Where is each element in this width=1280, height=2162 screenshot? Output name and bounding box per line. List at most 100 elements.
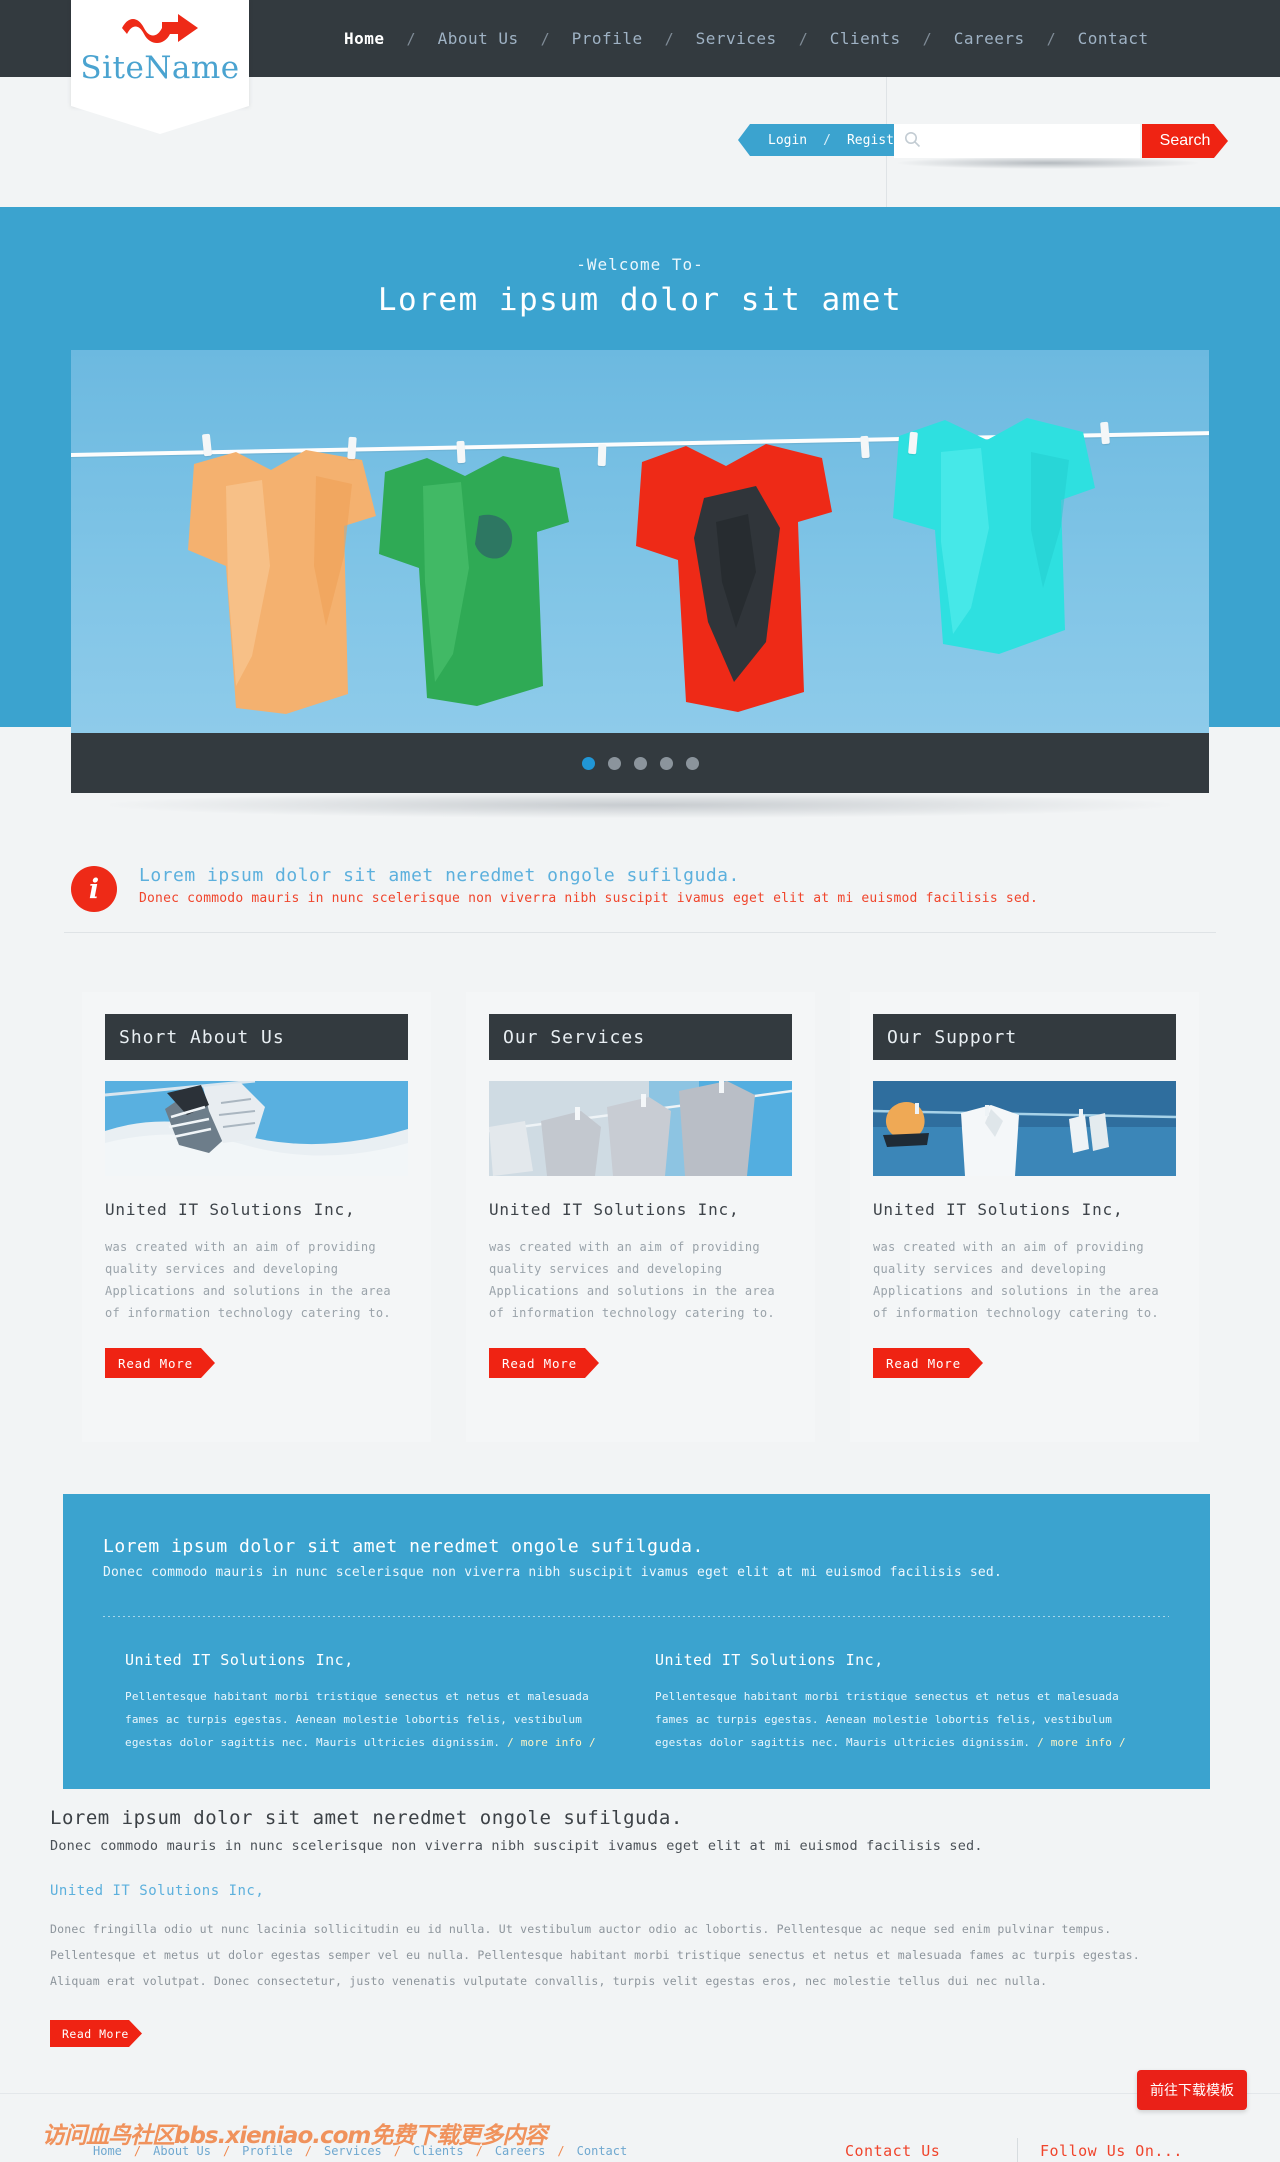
more-info-link[interactable]: / more info / — [507, 1736, 596, 1749]
feature-card-read-more-button[interactable]: Read More — [873, 1348, 983, 1378]
nav-item-profile[interactable]: Profile — [558, 29, 657, 48]
search-area: Search — [894, 124, 1242, 169]
highlight-panel-divider — [103, 1616, 1169, 1617]
page-root: Home / About Us / Profile / Services / Clients / C… — [0, 0, 1280, 2162]
highlight-column-title: United IT Solutions Inc, — [125, 1651, 354, 1669]
clothespin-icon — [456, 440, 466, 464]
feature-card: Short About Us United IT Solutions Inc, w… — [82, 992, 431, 1442]
nav-item-clients[interactable]: Clients — [816, 29, 915, 48]
sneakers-on-clothesline — [105, 1081, 408, 1176]
more-info-link[interactable]: / more info / — [1037, 1736, 1126, 1749]
bottom-company-link[interactable]: United IT Solutions Inc, — [50, 1883, 1230, 1899]
nav-separator: / — [922, 29, 932, 48]
footer-nav-separator: / — [304, 2144, 312, 2158]
highlight-column-title: United IT Solutions Inc, — [655, 1651, 884, 1669]
garment-green — [361, 450, 601, 733]
logo-text: SiteName — [80, 50, 240, 86]
highlight-panel-title: Lorem ipsum dolor sit amet neredmet ongo… — [103, 1536, 704, 1557]
footer-nav-item-home[interactable]: Home — [84, 2144, 131, 2158]
feature-card-read-more-button[interactable]: Read More — [105, 1348, 215, 1378]
clothespin-icon — [597, 443, 607, 467]
feature-card-title: United IT Solutions Inc, — [489, 1200, 740, 1219]
highlight-panel-subtitle: Donec commodo mauris in nunc scelerisque… — [103, 1565, 1002, 1580]
download-template-button[interactable]: 前往下载模板 — [1137, 2070, 1247, 2110]
wave-arrow-icon — [71, 10, 249, 50]
footer-contact-heading[interactable]: Contact Us — [845, 2142, 940, 2160]
bottom-subtitle: Donec commodo mauris in nunc scelerisque… — [50, 1838, 983, 1854]
clothespin-icon — [860, 435, 870, 459]
nav-separator: / — [664, 29, 674, 48]
footer-nav-item-careers[interactable]: Careers — [486, 2144, 555, 2158]
feature-card-heading: Our Services — [489, 1014, 792, 1060]
carousel-dot-2[interactable] — [607, 756, 621, 770]
nav-separator: / — [1046, 29, 1056, 48]
feature-card: Our Services United IT Solutions Inc, was… — [466, 992, 815, 1442]
carousel-shadow — [110, 792, 1170, 818]
footer-nav-separator: / — [475, 2144, 483, 2158]
login-link[interactable]: Login — [768, 133, 807, 148]
highlight-panel: Lorem ipsum dolor sit amet neredmet ongo… — [63, 1494, 1210, 1789]
nav-item-about-us[interactable]: About Us — [424, 29, 533, 48]
garment-cyan — [871, 418, 1121, 702]
garment-red — [616, 442, 866, 733]
footer-divider — [1017, 2138, 1018, 2162]
nav-item-home[interactable]: Home — [330, 29, 399, 48]
hero-title: Lorem ipsum dolor sit amet — [377, 282, 903, 318]
highlight-column: United IT Solutions Inc, Pellentesque hab… — [125, 1651, 625, 1754]
info-strip-title: Lorem ipsum dolor sit amet neredmet ongo… — [139, 865, 740, 886]
footer-follow-heading[interactable]: Follow Us On... — [1040, 2142, 1183, 2160]
highlight-panel-columns: United IT Solutions Inc, Pellentesque hab… — [103, 1651, 1170, 1754]
bottom-read-more-button[interactable]: Read More — [50, 2020, 142, 2047]
nav-item-services[interactable]: Services — [682, 29, 791, 48]
bottom-content-section: Lorem ipsum dolor sit amet neredmet ongo… — [50, 1807, 1230, 2047]
footer-nav-item-contact[interactable]: Contact — [568, 2144, 637, 2158]
feature-card-heading: Our Support — [873, 1014, 1176, 1060]
nav-separator: / — [406, 29, 416, 48]
footer: 访问血鸟社区bbs.xieniao.com免费下载更多内容 Home / About… — [0, 2093, 1280, 2162]
footer-nav-separator: / — [222, 2144, 231, 2158]
search-input[interactable] — [928, 124, 1134, 158]
info-strip-subtitle: Donec commodo mauris in nunc scelerisque… — [139, 891, 1038, 906]
hero-carousel[interactable] — [71, 350, 1209, 733]
carousel-dot-5[interactable] — [685, 756, 699, 770]
carousel-dot-3[interactable] — [633, 756, 647, 770]
white-shirt-and-shoes-on-clothesline — [873, 1081, 1176, 1176]
nav-item-careers[interactable]: Careers — [940, 29, 1039, 48]
carousel-dot-1[interactable] — [581, 756, 595, 770]
nav-separator: / — [798, 29, 808, 48]
footer-nav-separator: / — [557, 2144, 565, 2158]
highlight-column: United IT Solutions Inc, Pellentesque hab… — [655, 1651, 1155, 1754]
highlight-column-body: Pellentesque habitant morbi tristique se… — [125, 1690, 596, 1749]
footer-nav-separator: / — [133, 2144, 142, 2158]
hero-eyebrow: -Welcome To- — [576, 255, 704, 274]
footer-nav-item-services[interactable]: Services — [315, 2144, 391, 2158]
bottom-title: Lorem ipsum dolor sit amet neredmet ongo… — [50, 1807, 683, 1829]
carousel-slide — [71, 350, 1209, 733]
carousel-control-bar — [71, 733, 1209, 793]
main-nav: Home / About Us / Profile / Services / Clients / C… — [330, 0, 1163, 77]
feature-card-title: United IT Solutions Inc, — [105, 1200, 356, 1219]
feature-card-heading: Short About Us — [105, 1014, 408, 1060]
bottom-body-text: Donec fringilla odio ut nunc lacinia sol… — [50, 1922, 1140, 1988]
feature-card-body: was created with an aim of providing qua… — [873, 1240, 1159, 1320]
carousel-dot-4[interactable] — [659, 756, 673, 770]
feature-card-title: United IT Solutions Inc, — [873, 1200, 1124, 1219]
section-divider — [64, 932, 1216, 933]
feature-card-read-more-button[interactable]: Read More — [489, 1348, 599, 1378]
clothespin-icon — [201, 433, 213, 457]
search-button[interactable]: Search — [1142, 124, 1228, 158]
footer-nav-item-profile[interactable]: Profile — [233, 2144, 302, 2158]
feature-card: Our Support United IT Solutions Inc, was … — [850, 992, 1199, 1442]
account-separator: / — [823, 132, 831, 148]
footer-nav-item-about-us[interactable]: About Us — [144, 2144, 220, 2158]
nav-item-contact[interactable]: Contact — [1064, 29, 1163, 48]
search-shadow — [898, 157, 1198, 169]
footer-nav: Home / About Us / Profile / Services / Clients / C… — [84, 2144, 636, 2158]
carousel-dots — [71, 733, 1209, 793]
search-icon — [904, 131, 921, 152]
info-icon: i — [71, 866, 117, 912]
feature-card-body: was created with an aim of providing qua… — [489, 1240, 775, 1320]
feature-card-body: was created with an aim of providing qua… — [105, 1240, 391, 1320]
grey-shirts-on-clothesline — [489, 1081, 792, 1176]
footer-nav-item-clients[interactable]: Clients — [404, 2144, 473, 2158]
